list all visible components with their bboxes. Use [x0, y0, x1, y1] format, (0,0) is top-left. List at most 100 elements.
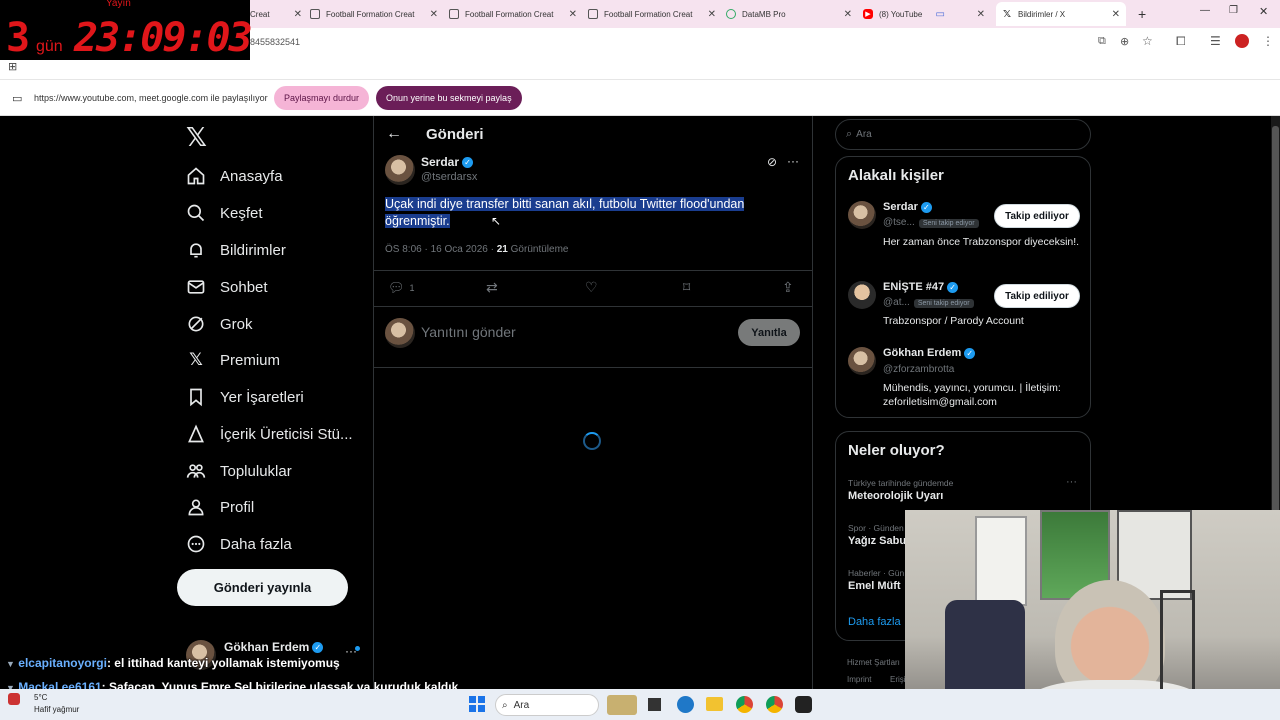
- back-arrow-icon[interactable]: ←: [386, 125, 402, 143]
- minimize-button[interactable]: —: [1200, 5, 1210, 16]
- like-icon[interactable]: ♡: [585, 279, 598, 296]
- grok-explain-icon[interactable]: ⊘: [767, 155, 777, 169]
- new-tab-button[interactable]: +: [1138, 6, 1146, 22]
- following-button[interactable]: Takip ediliyor: [994, 284, 1080, 308]
- share-icon[interactable]: ⇪: [782, 279, 794, 296]
- weather-desc[interactable]: Hafif yağmur: [34, 705, 79, 714]
- reply-button[interactable]: Yanıtla: [738, 319, 800, 346]
- weather-temp[interactable]: 5°C: [34, 693, 47, 702]
- show-more-link[interactable]: Daha fazla: [848, 616, 901, 628]
- post-text: Uçak indi diye transfer bitti sanan akıl…: [385, 196, 765, 230]
- trend-name[interactable]: Meteorolojik Uyarı: [848, 490, 943, 502]
- window-close-button[interactable]: ✕: [1259, 5, 1268, 18]
- divider: [373, 270, 812, 271]
- footer-imprint-link[interactable]: Imprint: [847, 675, 871, 684]
- task-view-icon[interactable]: [648, 698, 661, 711]
- chrome-profile-icon[interactable]: [766, 696, 783, 713]
- browser-tab[interactable]: Football Formation Creat ✕: [449, 2, 577, 26]
- close-icon[interactable]: ✕: [977, 9, 985, 20]
- person-avatar[interactable]: [848, 347, 876, 375]
- person-name-row[interactable]: Gökhan Erdem ✓: [883, 347, 976, 359]
- author-avatar[interactable]: [385, 155, 415, 185]
- post-date[interactable]: 16 Oca 2026: [431, 244, 488, 255]
- post-meta: ÖS 8:06 · 16 Oca 2026 · 21 Görüntüleme: [385, 244, 569, 255]
- profile-avatar[interactable]: [1235, 34, 1249, 48]
- close-icon[interactable]: ✕: [430, 9, 438, 20]
- whiteboard-image: [975, 516, 1027, 606]
- post-button[interactable]: Gönderi yayınla: [177, 569, 348, 606]
- repost-icon[interactable]: ⇄: [486, 279, 498, 296]
- sidebar-icon[interactable]: ☰: [1210, 34, 1221, 48]
- footer-terms-link[interactable]: Hizmet Şartları: [847, 658, 900, 667]
- file-explorer-icon[interactable]: [706, 697, 723, 711]
- url-text[interactable]: 8455832541: [250, 37, 300, 47]
- person-avatar[interactable]: [848, 281, 876, 309]
- weather-icon[interactable]: [8, 693, 20, 705]
- close-icon[interactable]: ✕: [569, 9, 577, 20]
- author-handle[interactable]: @tserdarsx: [421, 171, 477, 183]
- nav-more[interactable]: Daha fazla: [186, 529, 292, 559]
- person-bio: Mühendis, yayıncı, yorumcu. | İletişim: …: [883, 382, 1061, 408]
- following-button[interactable]: Takip ediliyor: [994, 204, 1080, 228]
- bookmark-icon[interactable]: ⌑: [683, 279, 690, 296]
- search-box[interactable]: ⌕ Ara: [835, 119, 1091, 150]
- nav-explore[interactable]: Keşfet: [186, 198, 263, 228]
- post-more-icon[interactable]: ···: [787, 154, 799, 168]
- timer-clock: 23:09:03: [74, 15, 253, 61]
- maximize-button[interactable]: ❐: [1229, 5, 1238, 16]
- person-avatar[interactable]: [848, 201, 876, 229]
- stop-sharing-button[interactable]: Paylaşmayı durdur: [274, 86, 370, 110]
- nav-creator-studio[interactable]: İçerik Üreticisi Stü...: [186, 419, 353, 449]
- share-this-tab-button[interactable]: Onun yerine bu sekmeyi paylaş: [376, 86, 522, 110]
- author-name-row[interactable]: Serdar ✓: [421, 155, 474, 169]
- taskbar-search[interactable]: ⌕ Ara: [495, 694, 599, 716]
- nav-label: Yer İşaretleri: [220, 388, 304, 406]
- trend-name[interactable]: Yağız Sabu: [848, 535, 906, 547]
- nav-profile[interactable]: Profil: [186, 492, 254, 522]
- browser-tab-active[interactable]: 𝕏 Bildirimler / X ✕: [996, 2, 1126, 26]
- browser-tab[interactable]: ▶ (8) YouTube ▭ ✕: [863, 2, 985, 26]
- close-icon[interactable]: ✕: [844, 9, 852, 20]
- chat-user: elcapitanoyorgi: [18, 656, 107, 670]
- windows-start-icon[interactable]: [469, 696, 485, 712]
- nav-bookmarks[interactable]: Yer İşaretleri: [186, 382, 304, 412]
- browser-tab[interactable]: DataMB Pro ✕: [726, 2, 852, 26]
- edge-icon[interactable]: [677, 696, 694, 713]
- menu-dots-icon[interactable]: ⋮: [1262, 34, 1274, 48]
- extensions-icon[interactable]: ⧠: [1176, 34, 1186, 49]
- person-name-row[interactable]: Serdar ✓: [883, 201, 932, 213]
- nav-grok[interactable]: Grok: [186, 309, 253, 339]
- app-icon[interactable]: [795, 696, 812, 713]
- trend-more-icon[interactable]: ···: [1066, 476, 1077, 488]
- nav-communities[interactable]: Topluluklar: [186, 456, 292, 486]
- nav-premium[interactable]: 𝕏 Premium: [186, 345, 280, 375]
- trend-name[interactable]: Emel Müft: [848, 580, 901, 592]
- reply-action[interactable]: 💬︎ 1: [388, 280, 415, 296]
- close-icon[interactable]: ✕: [708, 9, 716, 20]
- apps-grid-icon[interactable]: ⊞: [8, 60, 17, 73]
- nav-notifications[interactable]: Bildirimler: [186, 235, 286, 265]
- browser-tab[interactable]: Football Formation Creat ✕: [310, 2, 438, 26]
- footer-accessibility-link[interactable]: Erişi: [890, 675, 906, 684]
- close-icon[interactable]: ✕: [294, 9, 302, 20]
- install-icon[interactable]: ⧉: [1098, 35, 1106, 48]
- bookmark-star-icon[interactable]: ☆: [1142, 34, 1153, 48]
- chrome-icon[interactable]: [736, 696, 753, 713]
- browser-tab[interactable]: Creat ✕: [250, 2, 302, 26]
- x-logo-icon[interactable]: 𝕏: [186, 122, 207, 153]
- page-icon: [310, 9, 320, 19]
- views-label: Görüntüleme: [510, 244, 569, 255]
- zoom-icon[interactable]: ⊕: [1120, 35, 1129, 48]
- account-switcher[interactable]: Gökhan Erdem ✓: [224, 640, 324, 654]
- close-icon[interactable]: ✕: [1112, 9, 1120, 20]
- reply-input[interactable]: Yanıtını gönder: [421, 324, 516, 340]
- taskbar-widget-icon[interactable]: [607, 695, 637, 715]
- reply-count: 1: [409, 283, 415, 293]
- nav-chat[interactable]: Sohbet: [186, 272, 268, 302]
- post-time[interactable]: ÖS 8:06: [385, 244, 422, 255]
- chat-message: ▼ elcapitanoyorgi: el ittihad kanteyi yo…: [6, 656, 340, 670]
- browser-tab[interactable]: Football Formation Creat ✕: [588, 2, 716, 26]
- author-name: Serdar: [421, 155, 460, 169]
- nav-home[interactable]: Anasayfa: [186, 161, 283, 191]
- person-name-row[interactable]: ENİŞTE #47 ✓: [883, 281, 959, 293]
